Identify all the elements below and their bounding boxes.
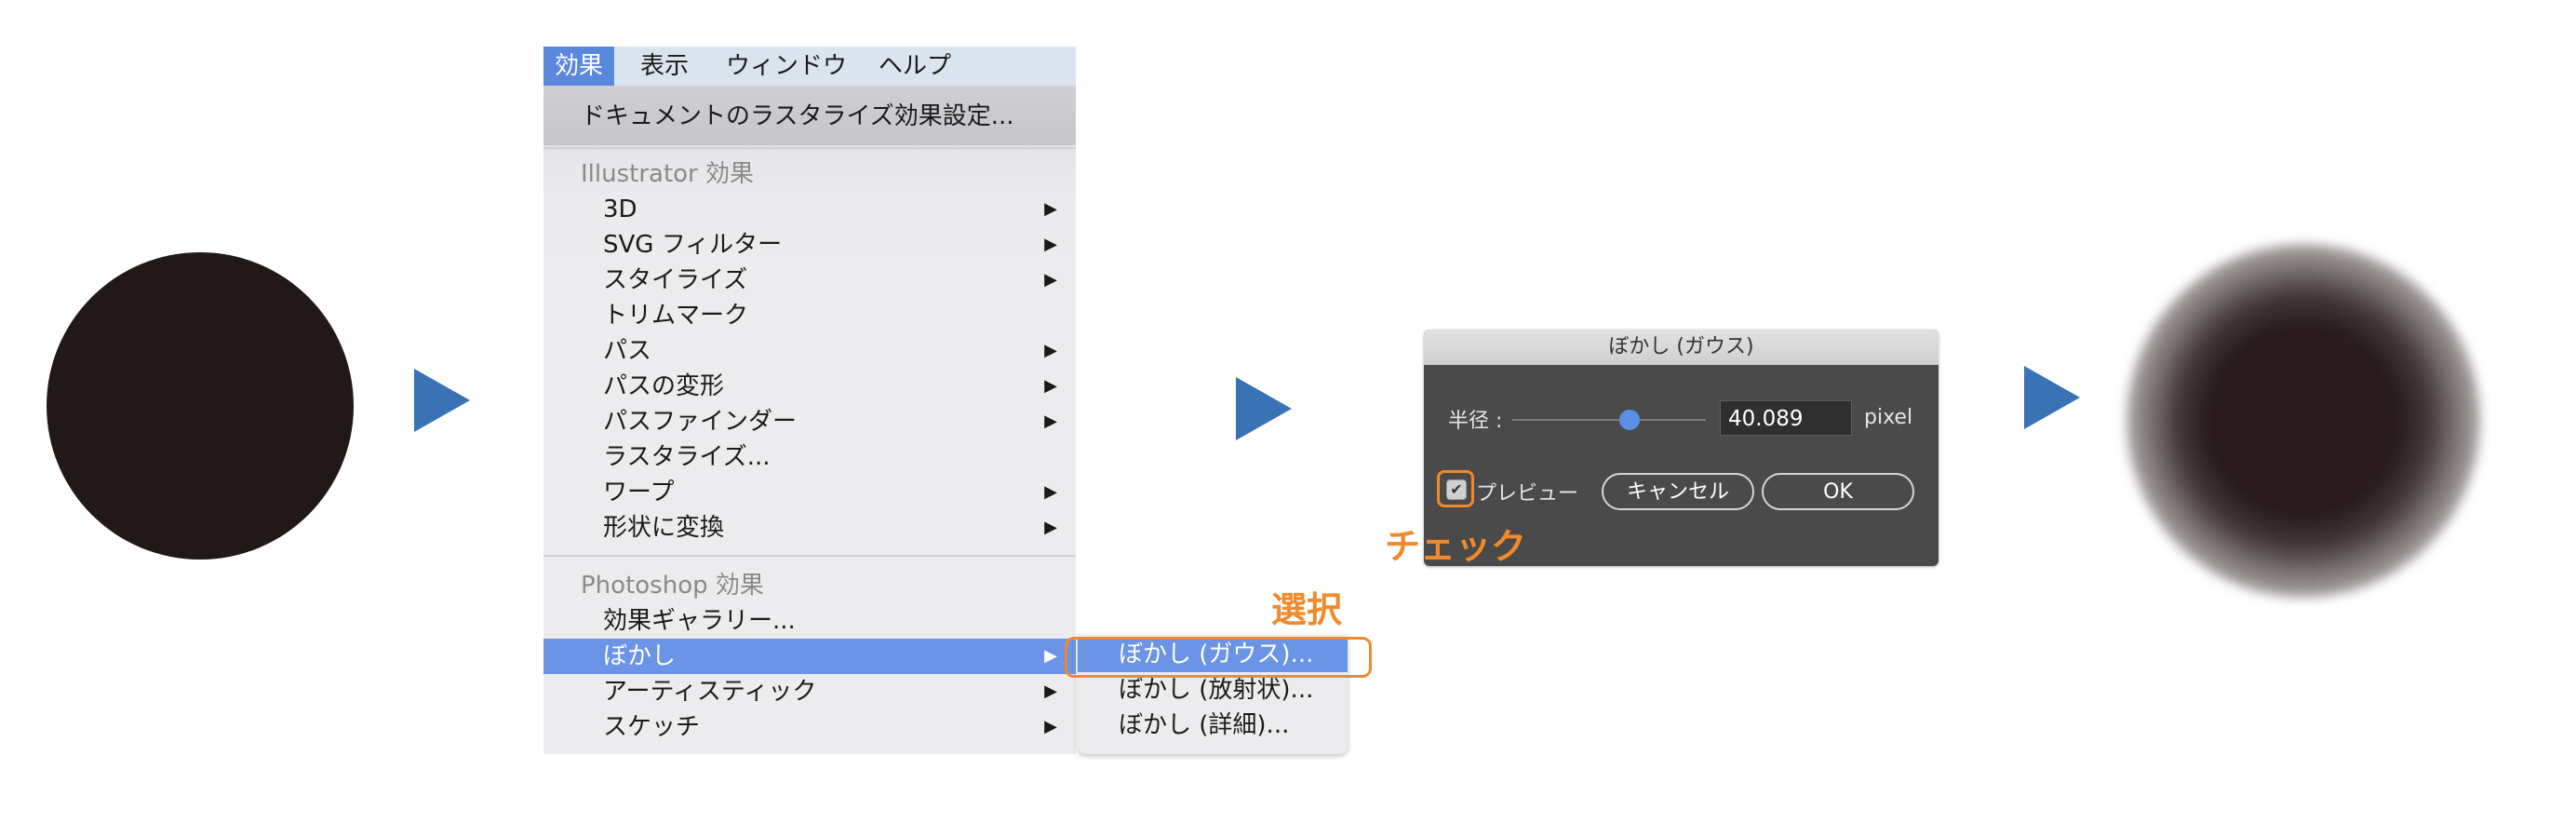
menu-item-effect-gallery[interactable]: 効果ギャラリー... — [543, 603, 1076, 639]
submenu-arrow-icon: ▶ — [1044, 341, 1057, 360]
submenu-arrow-icon: ▶ — [1044, 646, 1057, 666]
menu-separator — [543, 555, 1076, 557]
submenu-arrow-icon: ▶ — [1044, 376, 1057, 396]
effect-menu-screenshot: 効果 表示 ウィンドウ ヘルプ ドキュメントのラスタライズ効果設定... Ill… — [543, 47, 1076, 754]
unit-label: pixel — [1864, 406, 1913, 429]
menu-item-pathfinder[interactable]: パスファインダー ▶ — [543, 404, 1076, 439]
menubar-item-view[interactable]: 表示 — [629, 47, 700, 86]
menu-item-stylize[interactable]: スタイライズ ▶ — [543, 263, 1076, 298]
menu-item-trim-marks[interactable]: トリムマーク — [543, 298, 1076, 333]
submenu-arrow-icon: ▶ — [1044, 199, 1057, 219]
submenu-arrow-icon: ▶ — [1044, 681, 1057, 701]
menubar-item-window[interactable]: ウィンドウ — [715, 47, 858, 86]
flow-arrow-icon — [414, 369, 470, 432]
submenu-item-smart-blur[interactable]: ぼかし (詳細)... — [1078, 708, 1348, 743]
menu-item-path[interactable]: パス ▶ — [543, 333, 1076, 369]
menubar-item-effect[interactable]: 効果 — [543, 47, 615, 86]
menu-item-artistic[interactable]: アーティスティック ▶ — [543, 674, 1076, 709]
selection-highlight-outline — [1065, 637, 1372, 678]
flow-arrow-icon — [1236, 377, 1292, 440]
radius-slider-track[interactable] — [1512, 419, 1706, 421]
submenu-arrow-icon: ▶ — [1044, 270, 1057, 290]
menu-header-illustrator: Illustrator 効果 — [581, 160, 755, 188]
select-annotation: 選択 — [1271, 589, 1343, 630]
menu-item-convert-to-shape[interactable]: 形状に変換 ▶ — [543, 510, 1076, 546]
radius-slider-thumb[interactable] — [1619, 410, 1640, 430]
submenu-arrow-icon: ▶ — [1044, 518, 1057, 537]
menu-item-rasterize-settings[interactable]: ドキュメントのラスタライズ効果設定... — [543, 99, 1076, 134]
submenu-arrow-icon: ▶ — [1044, 235, 1057, 254]
menu-item-svg-filter[interactable]: SVG フィルター ▶ — [543, 227, 1076, 263]
preview-label: プレビュー — [1476, 482, 1579, 506]
check-highlight-outline — [1437, 470, 1474, 507]
submenu-arrow-icon: ▶ — [1044, 717, 1057, 736]
submenu-arrow-icon: ▶ — [1044, 482, 1057, 502]
cancel-button[interactable]: キャンセル — [1602, 473, 1754, 510]
flow-arrow-icon — [2024, 366, 2080, 429]
check-annotation: チェック — [1385, 526, 1527, 567]
dialog-title: ぼかし (ガウス) — [1424, 330, 1939, 365]
menu-separator — [543, 147, 1076, 149]
submenu-arrow-icon: ▶ — [1044, 412, 1057, 431]
blurred-circle-shape — [2127, 244, 2480, 598]
solid-circle-shape — [47, 252, 354, 560]
menu-item-distort-transform[interactable]: パスの変形 ▶ — [543, 369, 1076, 404]
menu-item-3d[interactable]: 3D ▶ — [543, 192, 1076, 227]
effect-dropdown-menu: ドキュメントのラスタライズ効果設定... Illustrator 効果 3D ▶… — [543, 86, 1076, 754]
radius-input[interactable]: 40.089 — [1720, 400, 1852, 436]
menu-item-warp[interactable]: ワープ ▶ — [543, 475, 1076, 510]
menu-item-sketch[interactable]: スケッチ ▶ — [543, 709, 1076, 745]
ok-button[interactable]: OK — [1762, 473, 1914, 510]
menu-item-blur[interactable]: ぼかし ▶ — [543, 639, 1076, 674]
menubar: 効果 表示 ウィンドウ ヘルプ — [543, 47, 1076, 86]
radius-label: 半径 : — [1448, 410, 1503, 433]
menubar-item-help[interactable]: ヘルプ — [867, 47, 962, 86]
menu-item-rasterize[interactable]: ラスタライズ... — [543, 439, 1076, 475]
menu-header-photoshop: Photoshop 効果 — [581, 572, 764, 600]
